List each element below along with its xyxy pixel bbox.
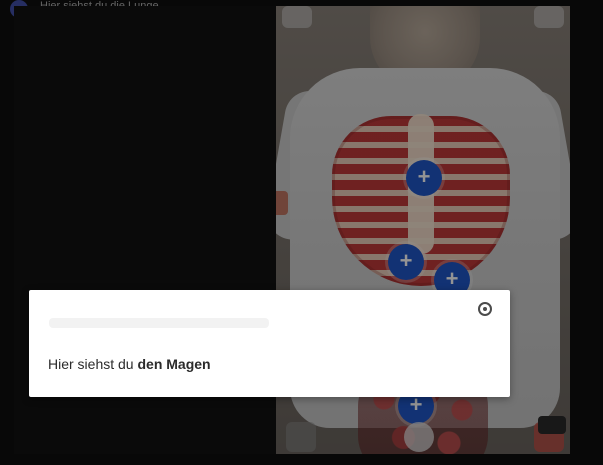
close-icon[interactable] (478, 302, 492, 316)
dialog-message-prefix: Hier siehst du (48, 356, 134, 372)
dialog-faint-placeholder (49, 318, 269, 328)
dialog-message-bold: den Magen (137, 356, 211, 372)
dialog-message: Hier siehst du den Magen (48, 356, 211, 372)
info-dialog: Hier siehst du den Magen (29, 290, 510, 397)
